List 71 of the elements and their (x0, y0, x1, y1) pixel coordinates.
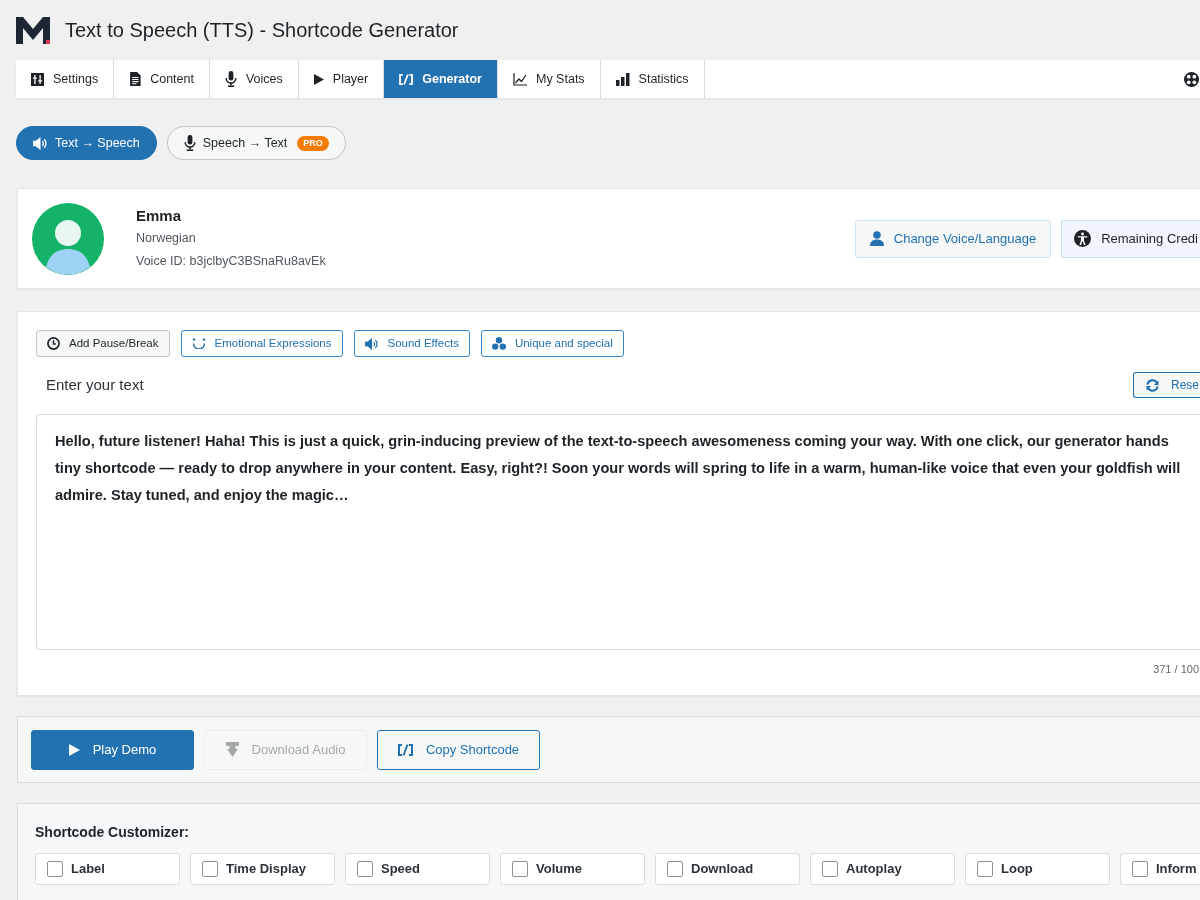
nav-tab[interactable]: Content (114, 60, 210, 98)
speaker-icon (33, 136, 48, 150)
option-toggle[interactable]: Time Display (190, 853, 335, 885)
customizer-title: Shortcode Customizer: (35, 823, 190, 842)
pro-badge: PRO (297, 135, 329, 151)
nav-tab[interactable]: Generator (384, 60, 498, 98)
mode-toggle-button[interactable]: Speech → Text PRO (166, 126, 346, 160)
voice-id: Voice ID: b3jclbyC3BSnaRu8avEk (136, 253, 326, 270)
user-icon (869, 231, 884, 246)
checkbox[interactable] (357, 861, 373, 877)
voice-action-button[interactable]: Remaining Credi (1061, 219, 1200, 258)
checkbox[interactable] (47, 861, 63, 877)
text-area[interactable]: Hello, future listener! Haha! This is just a quick, grin-inducing preview of the text-to-speech awesomeness coming your way. With one click, our generator hands tiny shortcode — ready to drop anywhere in your content. Easy, right?! Soon your words will spring to life in a warm, human-like voice that even your goldfish will admire. Stay tuned, and enjoy the magic… (36, 414, 1200, 650)
nav-tab[interactable]: Player (298, 60, 385, 98)
three-circles-icon (491, 337, 506, 350)
insert-tool-button[interactable]: Unique and special (480, 330, 624, 357)
option-label: Label (71, 860, 105, 879)
voice-language: Norwegian (136, 230, 197, 247)
option-label: Autoplay (846, 860, 902, 879)
option-label: Speed (381, 860, 420, 879)
option-label: Inform (1156, 860, 1197, 879)
play-icon (68, 743, 80, 756)
download-icon (225, 742, 239, 757)
nav-tab[interactable]: Settings (16, 60, 115, 98)
option-toggle[interactable]: Speed (345, 853, 490, 885)
checkbox[interactable] (667, 861, 683, 877)
page-title: Text to Speech (TTS) - Shortcode Generator (65, 20, 459, 40)
text-input-label: Enter your text (46, 374, 144, 395)
option-label: Download (691, 860, 754, 879)
voice-action-button[interactable]: Change Voice/Language (854, 219, 1052, 258)
option-toggle[interactable]: Autoplay (810, 853, 955, 885)
shortcode-icon (397, 743, 413, 756)
insert-tool-button[interactable]: Add Pause/Break (36, 330, 170, 357)
action-button[interactable]: Copy Shortcode (377, 729, 540, 770)
insert-tool-button[interactable]: Sound Effects (353, 330, 470, 357)
option-label: Time Display (226, 860, 306, 879)
speaker-icon (364, 337, 379, 350)
checkbox[interactable] (202, 861, 218, 877)
document-icon (129, 72, 142, 86)
play-icon (313, 73, 324, 85)
shortcode-icon (399, 73, 414, 85)
option-label: Loop (1001, 860, 1033, 879)
option-toggle[interactable]: Inform (1120, 853, 1200, 885)
reset-button[interactable]: Rese (1133, 372, 1200, 398)
mode-toggle-button[interactable]: Text → Speech (16, 126, 157, 160)
bar-chart-icon (615, 72, 630, 86)
smile-icon (191, 338, 206, 349)
checkbox[interactable] (822, 861, 838, 877)
action-button[interactable]: Play Demo (31, 729, 194, 770)
nav-tab[interactable]: Statistics (600, 60, 705, 98)
clock-icon (47, 337, 60, 350)
voice-name: Emma (136, 207, 183, 224)
accessibility-icon (1074, 230, 1092, 247)
microphone-icon (183, 135, 196, 151)
microphone-icon (224, 71, 237, 87)
nav-tab[interactable]: My Stats (498, 60, 601, 98)
sliders-icon (31, 72, 44, 86)
checkbox[interactable] (1132, 861, 1148, 877)
insert-tool-button[interactable]: Emotional Expressions (180, 330, 343, 357)
character-count: 371 / 100 (1153, 662, 1200, 677)
refresh-icon (1145, 378, 1160, 392)
option-toggle[interactable]: Volume (500, 853, 645, 885)
option-toggle[interactable]: Loop (965, 853, 1110, 885)
option-toggle[interactable]: Label (35, 853, 180, 885)
checkbox[interactable] (512, 861, 528, 877)
checkbox[interactable] (977, 861, 993, 877)
line-chart-icon (513, 72, 527, 86)
nav-tab[interactable]: Voices (209, 60, 299, 98)
option-toggle[interactable]: Download (655, 853, 800, 885)
logo-icon (16, 16, 50, 44)
option-label: Volume (536, 860, 582, 879)
